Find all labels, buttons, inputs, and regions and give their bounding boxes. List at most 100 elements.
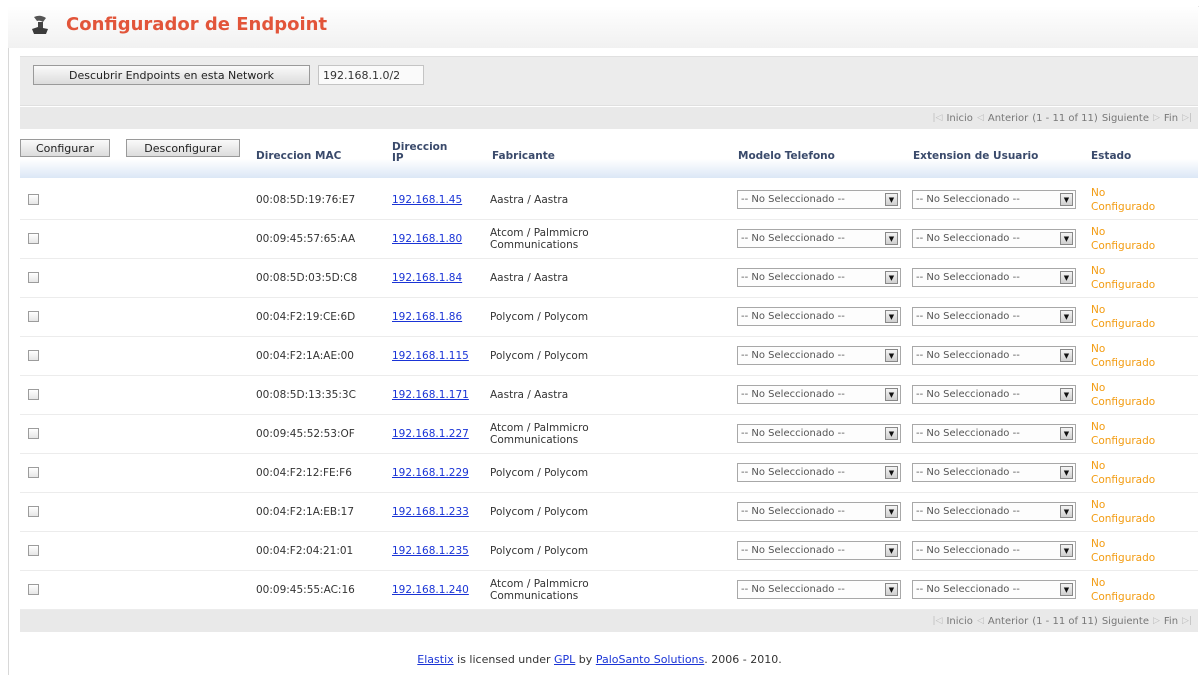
row-checkbox[interactable] <box>28 233 39 244</box>
dropdown-arrow-icon[interactable]: ▼ <box>1060 427 1073 440</box>
row-checkbox[interactable] <box>28 467 39 478</box>
extension-select[interactable]: -- No Seleccionado -- ▼ <box>912 541 1076 560</box>
status: No Configurado <box>1091 186 1181 214</box>
dropdown-arrow-icon[interactable]: ▼ <box>1060 544 1073 557</box>
pager-first[interactable]: Inicio <box>946 113 972 124</box>
dropdown-arrow-icon[interactable]: ▼ <box>1060 232 1073 245</box>
ip-link[interactable]: 192.168.1.229 <box>392 467 469 479</box>
ip-link[interactable]: 192.168.1.171 <box>392 389 469 401</box>
last-page-icon[interactable]: ▷| <box>1182 616 1192 626</box>
model-select[interactable]: -- No Seleccionado -- ▼ <box>737 463 901 482</box>
dropdown-arrow-icon[interactable]: ▼ <box>885 427 898 440</box>
status-line1: No <box>1091 265 1106 277</box>
pager-next[interactable]: Siguiente <box>1102 616 1149 627</box>
extension-select[interactable]: -- No Seleccionado -- ▼ <box>912 229 1076 248</box>
extension-select[interactable]: -- No Seleccionado -- ▼ <box>912 190 1076 209</box>
dropdown-arrow-icon[interactable]: ▼ <box>1060 505 1073 518</box>
row-checkbox[interactable] <box>28 350 39 361</box>
extension-select[interactable]: -- No Seleccionado -- ▼ <box>912 385 1076 404</box>
extension-select-value: -- No Seleccionado -- <box>916 233 1020 244</box>
configure-button[interactable]: Configurar <box>20 139 110 157</box>
dropdown-arrow-icon[interactable]: ▼ <box>1060 349 1073 362</box>
pager-first[interactable]: Inicio <box>946 616 972 627</box>
palosanto-link[interactable]: PaloSanto Solutions <box>596 653 704 666</box>
unconfigure-button[interactable]: Desconfigurar <box>126 139 240 157</box>
model-select[interactable]: -- No Seleccionado -- ▼ <box>737 541 901 560</box>
next-page-icon[interactable]: ▷ <box>1153 113 1160 123</box>
gpl-link[interactable]: GPL <box>554 653 575 666</box>
pager-prev[interactable]: Anterior <box>988 113 1028 124</box>
model-select[interactable]: -- No Seleccionado -- ▼ <box>737 346 901 365</box>
prev-page-icon[interactable]: ◁ <box>977 616 984 626</box>
extension-select[interactable]: -- No Seleccionado -- ▼ <box>912 424 1076 443</box>
dropdown-arrow-icon[interactable]: ▼ <box>1060 583 1073 596</box>
pager-last[interactable]: Fin <box>1164 616 1178 627</box>
row-checkbox[interactable] <box>28 272 39 283</box>
discover-endpoints-button[interactable]: Descubrir Endpoints en esta Network <box>33 65 310 85</box>
vendor: Atcom / Palmmicro Communications <box>490 578 630 602</box>
extension-select[interactable]: -- No Seleccionado -- ▼ <box>912 463 1076 482</box>
row-checkbox[interactable] <box>28 545 39 556</box>
pager-next[interactable]: Siguiente <box>1102 113 1149 124</box>
dropdown-arrow-icon[interactable]: ▼ <box>1060 310 1073 323</box>
model-select[interactable]: -- No Seleccionado -- ▼ <box>737 190 901 209</box>
last-page-icon[interactable]: ▷| <box>1182 113 1192 123</box>
row-checkbox[interactable] <box>28 584 39 595</box>
ip-link[interactable]: 192.168.1.80 <box>392 233 462 245</box>
ip-link[interactable]: 192.168.1.86 <box>392 311 462 323</box>
row-checkbox[interactable] <box>28 428 39 439</box>
row-checkbox[interactable] <box>28 506 39 517</box>
dropdown-arrow-icon[interactable]: ▼ <box>885 583 898 596</box>
status-line2: Configurado <box>1091 318 1156 330</box>
ip-link[interactable]: 192.168.1.235 <box>392 545 469 557</box>
dropdown-arrow-icon[interactable]: ▼ <box>1060 193 1073 206</box>
status: No Configurado <box>1091 420 1181 448</box>
dropdown-arrow-icon[interactable]: ▼ <box>885 466 898 479</box>
elastix-link[interactable]: Elastix <box>417 653 453 666</box>
dropdown-arrow-icon[interactable]: ▼ <box>885 544 898 557</box>
network-input[interactable] <box>318 65 424 85</box>
pager-last[interactable]: Fin <box>1164 113 1178 124</box>
first-page-icon[interactable]: |◁ <box>933 616 943 626</box>
first-page-icon[interactable]: |◁ <box>933 113 943 123</box>
row-checkbox[interactable] <box>28 194 39 205</box>
ip-link[interactable]: 192.168.1.240 <box>392 584 469 596</box>
ip-link[interactable]: 192.168.1.233 <box>392 506 469 518</box>
ip-link[interactable]: 192.168.1.45 <box>392 194 462 206</box>
ip-link[interactable]: 192.168.1.84 <box>392 272 462 284</box>
row-checkbox[interactable] <box>28 311 39 322</box>
status-line2: Configurado <box>1091 474 1156 486</box>
prev-page-icon[interactable]: ◁ <box>977 113 984 123</box>
ip-link[interactable]: 192.168.1.227 <box>392 428 469 440</box>
dropdown-arrow-icon[interactable]: ▼ <box>1060 388 1073 401</box>
next-page-icon[interactable]: ▷ <box>1153 616 1160 626</box>
extension-select[interactable]: -- No Seleccionado -- ▼ <box>912 268 1076 287</box>
dropdown-arrow-icon[interactable]: ▼ <box>1060 466 1073 479</box>
model-select[interactable]: -- No Seleccionado -- ▼ <box>737 424 901 443</box>
dropdown-arrow-icon[interactable]: ▼ <box>885 505 898 518</box>
pager-bottom: |◁ Inicio ◁ Anterior (1 - 11 of 11) Sigu… <box>20 610 1198 632</box>
model-select[interactable]: -- No Seleccionado -- ▼ <box>737 580 901 599</box>
extension-select[interactable]: -- No Seleccionado -- ▼ <box>912 580 1076 599</box>
dropdown-arrow-icon[interactable]: ▼ <box>885 193 898 206</box>
extension-select[interactable]: -- No Seleccionado -- ▼ <box>912 346 1076 365</box>
extension-select-value: -- No Seleccionado -- <box>916 194 1020 205</box>
dropdown-arrow-icon[interactable]: ▼ <box>885 271 898 284</box>
extension-select[interactable]: -- No Seleccionado -- ▼ <box>912 502 1076 521</box>
model-select[interactable]: -- No Seleccionado -- ▼ <box>737 268 901 287</box>
vendor-line1: Polycom / Polycom <box>490 350 589 362</box>
model-select-value: -- No Seleccionado -- <box>741 389 845 400</box>
dropdown-arrow-icon[interactable]: ▼ <box>885 310 898 323</box>
ip-link[interactable]: 192.168.1.115 <box>392 350 469 362</box>
dropdown-arrow-icon[interactable]: ▼ <box>885 388 898 401</box>
model-select[interactable]: -- No Seleccionado -- ▼ <box>737 229 901 248</box>
dropdown-arrow-icon[interactable]: ▼ <box>1060 271 1073 284</box>
extension-select[interactable]: -- No Seleccionado -- ▼ <box>912 307 1076 326</box>
model-select[interactable]: -- No Seleccionado -- ▼ <box>737 502 901 521</box>
model-select[interactable]: -- No Seleccionado -- ▼ <box>737 385 901 404</box>
dropdown-arrow-icon[interactable]: ▼ <box>885 349 898 362</box>
row-checkbox[interactable] <box>28 389 39 400</box>
dropdown-arrow-icon[interactable]: ▼ <box>885 232 898 245</box>
model-select[interactable]: -- No Seleccionado -- ▼ <box>737 307 901 326</box>
pager-prev[interactable]: Anterior <box>988 616 1028 627</box>
